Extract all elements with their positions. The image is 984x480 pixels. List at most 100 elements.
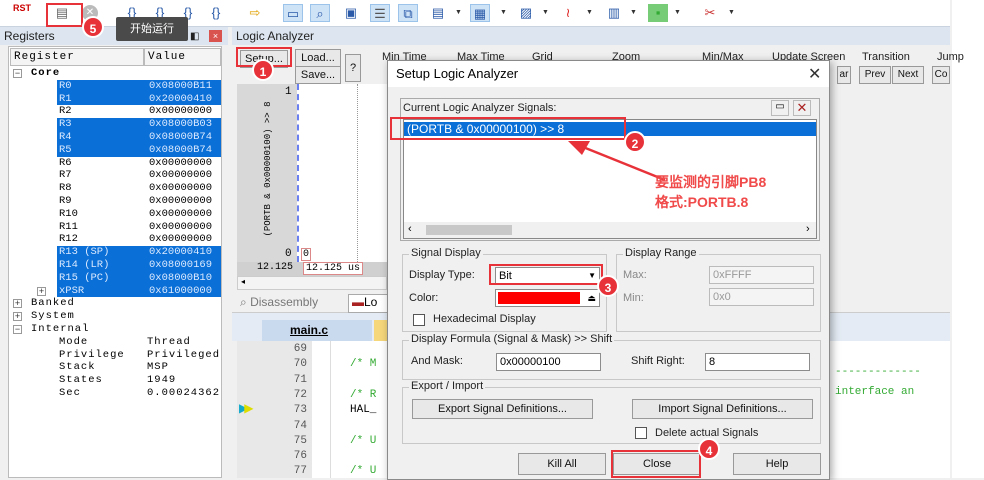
tab-main-c[interactable]: main.c bbox=[262, 320, 372, 341]
register-row[interactable]: R1 0x20000410 bbox=[57, 92, 221, 106]
annotation-note: 要监测的引脚PB8 格式:PORTB.8 bbox=[655, 172, 766, 212]
register-row[interactable]: Privilege Privileged bbox=[57, 349, 221, 362]
chevron-down-icon[interactable]: ▼ bbox=[500, 9, 507, 16]
registers-window-icon[interactable]: ☰ bbox=[370, 4, 390, 22]
register-row[interactable]: Sec 0.00024362 bbox=[57, 387, 221, 400]
and-mask-input[interactable]: 0x00000100 bbox=[496, 353, 601, 371]
register-row[interactable]: R14 (LR) 0x08000169 bbox=[57, 259, 221, 272]
registers-tree: Register Value − Core R0 0x08000B11 R1 0x2000… bbox=[8, 46, 222, 478]
register-row[interactable]: xPSR 0x61000000 bbox=[57, 284, 221, 298]
register-row[interactable]: R3 0x08000B03 bbox=[57, 118, 221, 131]
pin-icon[interactable]: ◧ bbox=[190, 28, 199, 46]
chevron-down-icon[interactable]: ▼ bbox=[630, 9, 637, 16]
run-to-cursor-icon[interactable]: {} bbox=[206, 4, 226, 22]
watch-windows-icon[interactable]: ▤ bbox=[428, 4, 448, 22]
system-viewer-icon[interactable]: ▪ bbox=[648, 4, 668, 22]
register-row[interactable]: States 1949 bbox=[57, 374, 221, 387]
delete-actual-signals-checkbox[interactable] bbox=[635, 427, 647, 439]
register-row[interactable]: R9 0x00000000 bbox=[57, 195, 221, 208]
memory-windows-icon[interactable]: ▦ bbox=[470, 4, 490, 22]
register-row[interactable]: Mode Thread bbox=[57, 336, 221, 349]
tree-group-banked[interactable]: Banked bbox=[31, 297, 75, 310]
waveform-plot[interactable]: 0 bbox=[297, 84, 387, 262]
max-input[interactable]: 0xFFFF bbox=[709, 266, 814, 284]
register-row[interactable]: R2 0x00000000 bbox=[57, 105, 221, 118]
register-row[interactable]: R7 0x00000000 bbox=[57, 169, 221, 182]
signal-name-label[interactable]: (PORTB & 0x00000100) >> 8 bbox=[263, 84, 273, 254]
chevron-down-icon[interactable]: ▼ bbox=[674, 9, 681, 16]
run-icon[interactable]: ▤ bbox=[52, 4, 72, 22]
color-picker[interactable]: ⏏ bbox=[495, 289, 600, 307]
clear-button[interactable]: ar bbox=[837, 66, 851, 84]
call-stack-icon[interactable]: ⧉ bbox=[398, 4, 418, 22]
scrollbar-thumb[interactable] bbox=[426, 225, 512, 235]
scroll-right-icon[interactable]: › bbox=[806, 223, 810, 235]
expand-icon[interactable]: + bbox=[13, 312, 22, 322]
import-signal-definitions-button[interactable]: Import Signal Definitions... bbox=[632, 399, 813, 419]
collapse-icon[interactable]: − bbox=[13, 69, 22, 78]
chevron-down-icon[interactable]: ▼ bbox=[542, 9, 549, 16]
chevron-down-icon[interactable]: ▼ bbox=[728, 9, 735, 16]
analysis-windows-icon[interactable]: ≀ bbox=[558, 4, 578, 22]
register-value: 0x00000000 bbox=[149, 182, 213, 195]
signals-horizontal-scrollbar[interactable]: ‹ › bbox=[404, 222, 816, 238]
tree-group-system[interactable]: System bbox=[31, 310, 75, 323]
display-type-select[interactable]: Bit ▼ bbox=[495, 267, 600, 285]
column-header-value[interactable]: Value bbox=[144, 48, 221, 66]
tree-group-internal[interactable]: Internal bbox=[31, 323, 89, 336]
shift-right-input[interactable]: 8 bbox=[705, 353, 810, 371]
register-row[interactable]: R15 (PC) 0x08000B10 bbox=[57, 271, 221, 285]
horizontal-scrollbar[interactable]: ◂ bbox=[237, 276, 387, 290]
min-input[interactable]: 0x0 bbox=[709, 288, 814, 306]
register-row[interactable]: R11 0x00000000 bbox=[57, 221, 221, 234]
command-window-icon[interactable]: ▭ bbox=[283, 4, 303, 22]
chevron-down-icon[interactable]: ▼ bbox=[455, 9, 462, 16]
disassembly-window-icon[interactable]: ⌕ bbox=[310, 4, 330, 22]
prev-transition-button[interactable]: Prev bbox=[859, 66, 891, 84]
register-value: 1949 bbox=[147, 374, 177, 387]
hexadecimal-display-checkbox[interactable] bbox=[413, 314, 425, 326]
column-header-register[interactable]: Register bbox=[10, 48, 144, 66]
register-row[interactable]: R10 0x00000000 bbox=[57, 208, 221, 221]
kill-all-button[interactable]: Kill All bbox=[518, 453, 606, 475]
delete-signal-icon[interactable]: ✕ bbox=[793, 100, 811, 116]
close-icon[interactable]: ✕ bbox=[808, 64, 821, 84]
signal-list-item[interactable]: (PORTB & 0x00000100) >> 8 bbox=[404, 122, 816, 136]
chevron-down-icon[interactable]: ▼ bbox=[586, 9, 593, 16]
expand-icon[interactable]: + bbox=[13, 299, 22, 309]
export-signal-definitions-button[interactable]: Export Signal Definitions... bbox=[412, 399, 593, 419]
tree-group-core[interactable]: Core bbox=[31, 67, 60, 80]
next-transition-button[interactable]: Next bbox=[892, 66, 924, 84]
register-row[interactable]: R6 0x00000000 bbox=[57, 157, 221, 170]
load-button[interactable]: Load... bbox=[295, 49, 341, 67]
scroll-left-icon[interactable]: ‹ bbox=[408, 223, 412, 235]
color-dropdown-icon[interactable]: ⏏ bbox=[587, 290, 596, 306]
new-signal-icon[interactable]: ▭ bbox=[771, 100, 789, 116]
current-line-arrow-icon: ▶▶ bbox=[239, 401, 254, 415]
save-button[interactable]: Save... bbox=[295, 66, 341, 84]
help-button[interactable]: Help bbox=[733, 453, 821, 475]
close-icon[interactable]: × bbox=[209, 30, 222, 42]
chevron-down-icon[interactable]: ▼ bbox=[588, 268, 596, 284]
scroll-left-icon[interactable]: ◂ bbox=[241, 277, 245, 286]
collapse-icon[interactable]: − bbox=[13, 325, 22, 334]
close-button[interactable]: Close bbox=[613, 453, 701, 475]
register-row[interactable]: R13 (SP) 0x20000410 bbox=[57, 246, 221, 259]
register-row[interactable]: R5 0x08000B74 bbox=[57, 143, 221, 157]
expand-icon[interactable]: + bbox=[37, 286, 46, 296]
toolbox-icon[interactable]: ✂ bbox=[700, 4, 720, 22]
tab-logic-analyzer[interactable]: ▬Lo bbox=[348, 294, 388, 313]
trace-windows-icon[interactable]: ▥ bbox=[604, 4, 624, 22]
register-row[interactable]: R4 0x08000B74 bbox=[57, 131, 221, 144]
tab-disassembly[interactable]: ⌕ Disassembly bbox=[240, 295, 340, 312]
register-row[interactable]: R8 0x00000000 bbox=[57, 182, 221, 195]
jump-code-button[interactable]: Co bbox=[932, 66, 950, 84]
reset-icon[interactable]: RST bbox=[12, 4, 32, 22]
serial-windows-icon[interactable]: ▨ bbox=[516, 4, 536, 22]
symbols-window-icon[interactable]: ▣ bbox=[341, 4, 361, 22]
register-row[interactable]: R0 0x08000B11 bbox=[57, 79, 221, 93]
register-row[interactable]: Stack MSP bbox=[57, 361, 221, 374]
register-row[interactable]: R12 0x00000000 bbox=[57, 233, 221, 246]
help-button[interactable]: ? bbox=[345, 54, 361, 82]
show-next-statement-icon[interactable]: ⇨ bbox=[245, 4, 265, 22]
